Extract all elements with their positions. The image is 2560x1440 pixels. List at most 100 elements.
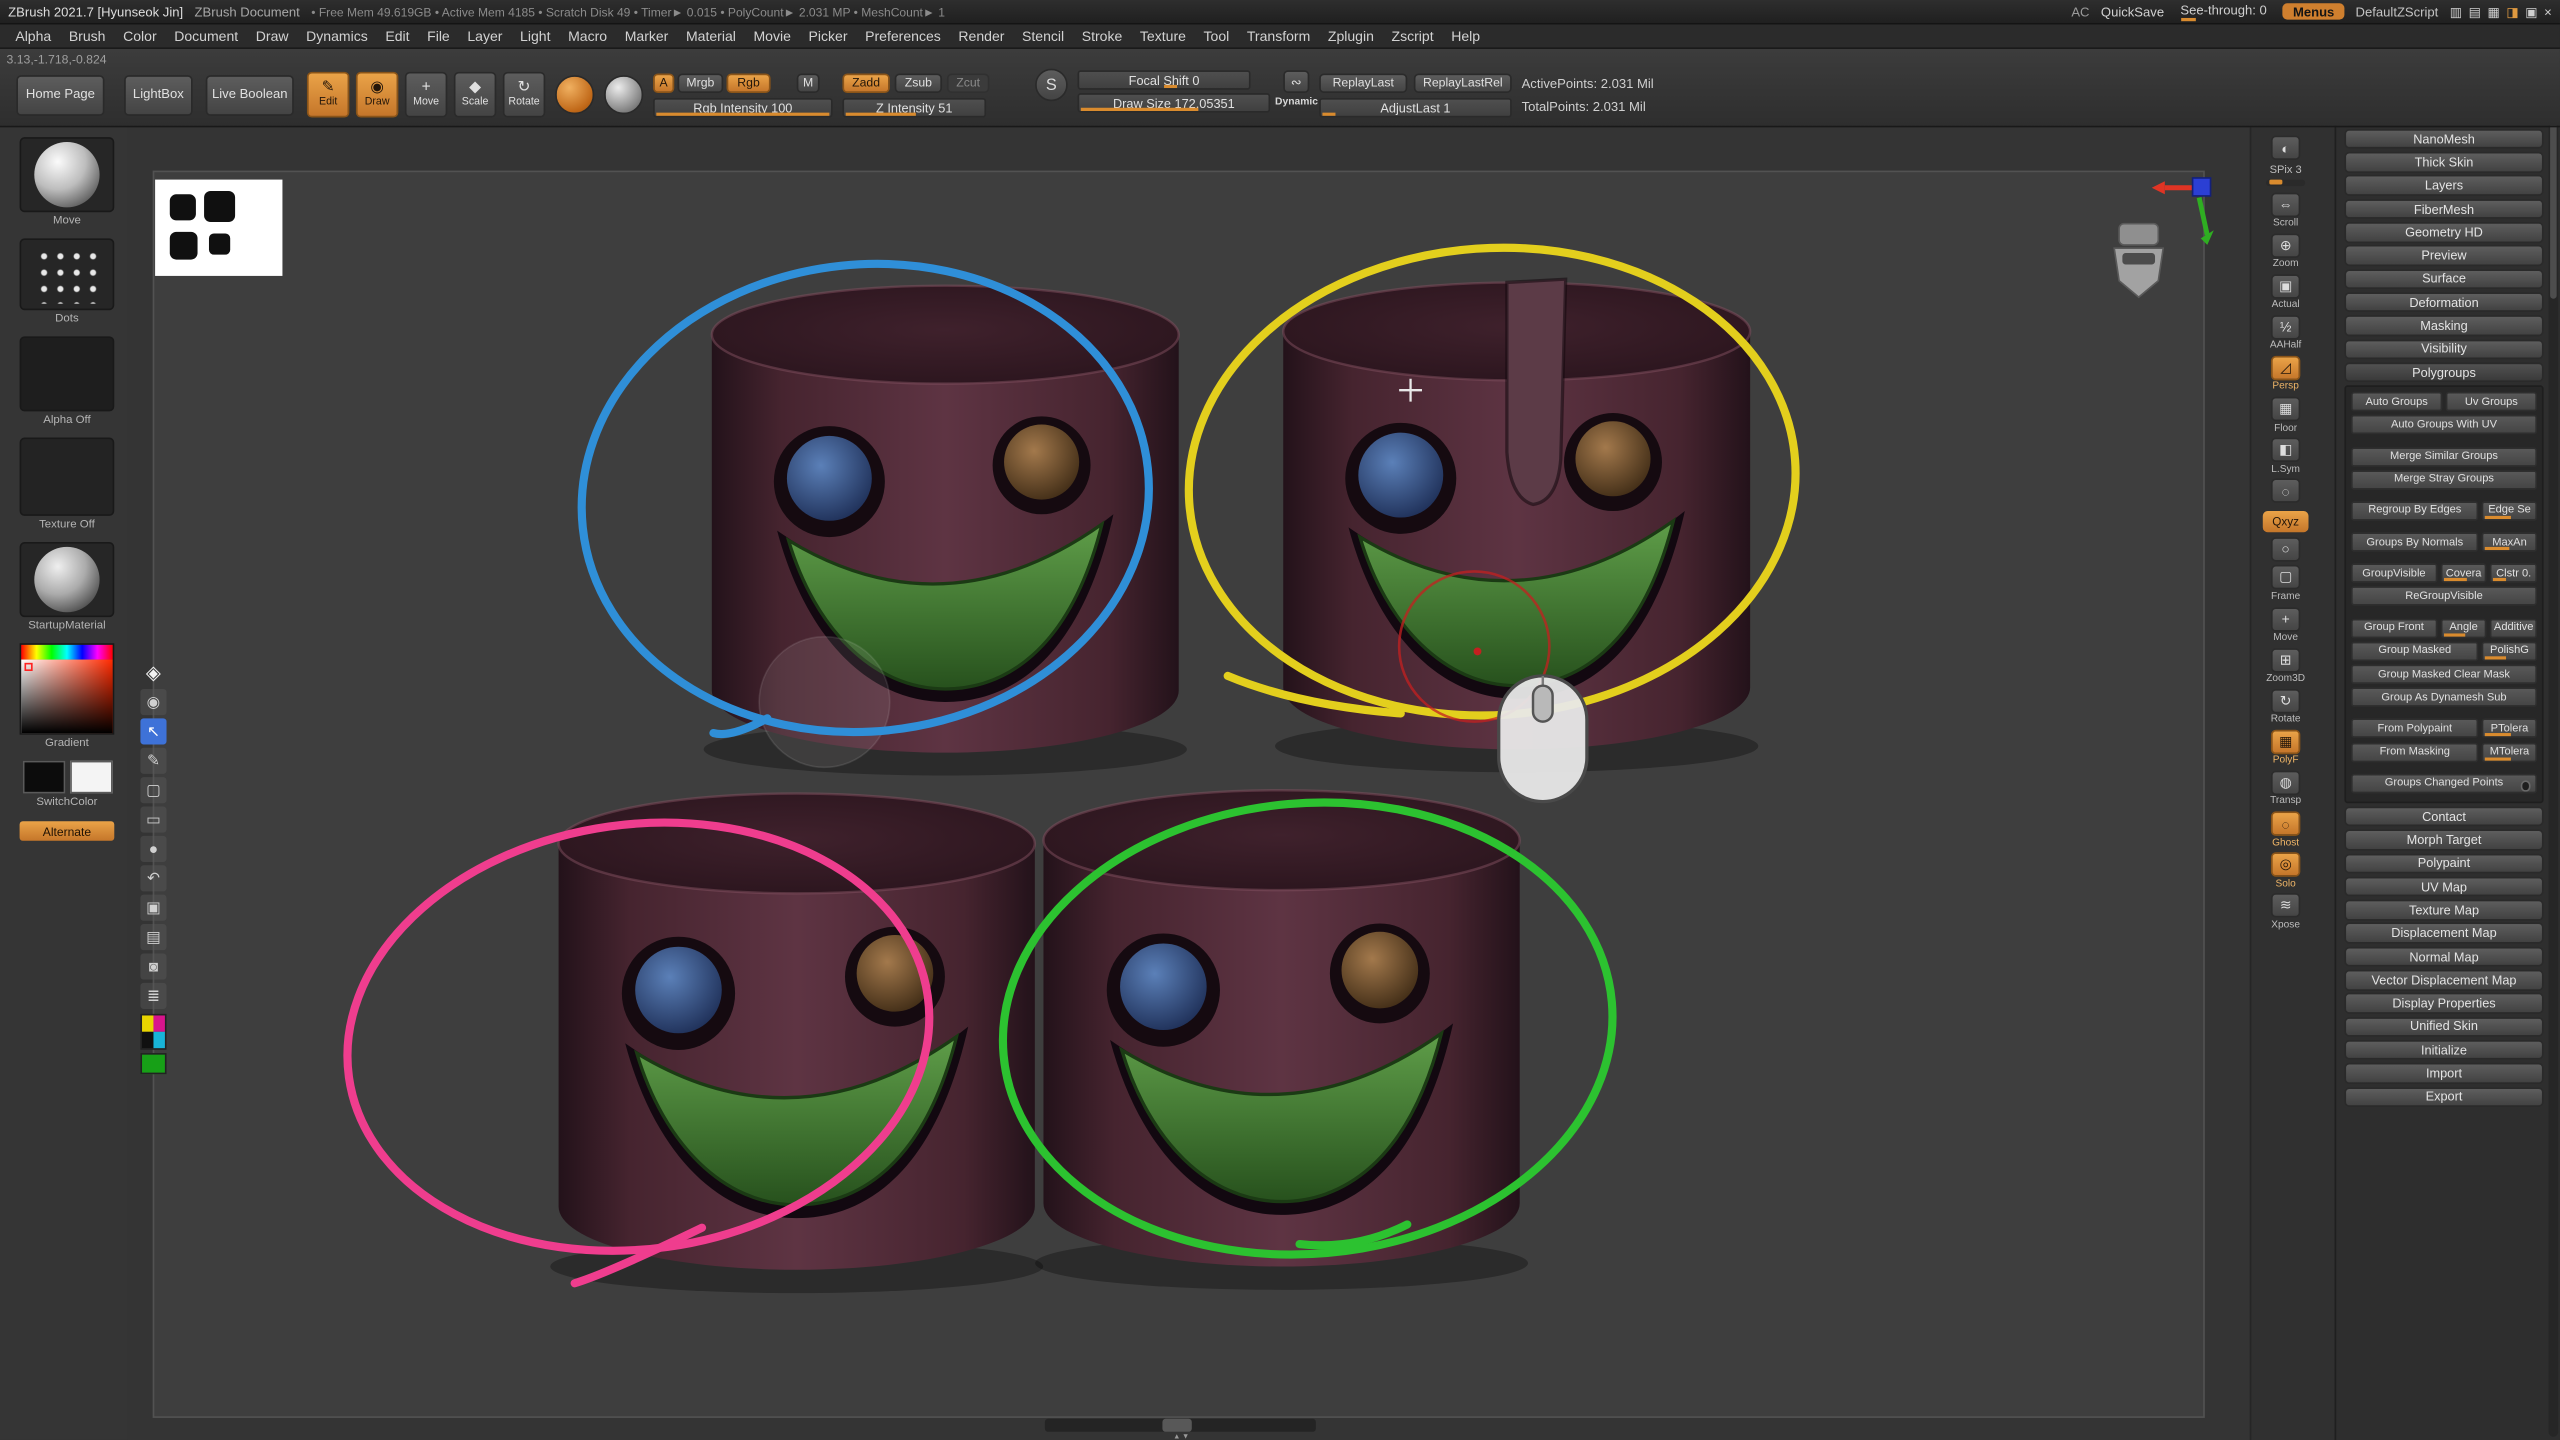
pg-merge-stray-groups[interactable]: Merge Stray Groups — [2351, 470, 2537, 490]
rightshelf-aahalf[interactable]: ½AAHalf — [2270, 315, 2301, 352]
menu-document[interactable]: Document — [165, 28, 247, 44]
focal-shift-slider[interactable]: Focal Shift 0 — [1078, 70, 1251, 90]
secondary-color-swatch[interactable] — [69, 761, 111, 794]
tool-section-unified-skin[interactable]: Unified Skin — [2344, 1017, 2543, 1037]
tool-section-masking[interactable]: Masking — [2344, 316, 2543, 336]
mixer-icon[interactable]: ◨ — [2506, 4, 2518, 19]
tool-section-geometry-hd[interactable]: Geometry HD — [2344, 222, 2543, 242]
menu-render[interactable]: Render — [950, 28, 1014, 44]
tool-section-surface[interactable]: Surface — [2344, 269, 2543, 289]
dynamic-mode-label[interactable]: Dynamic — [1275, 96, 1318, 107]
palette-icon[interactable]: ▦ — [2487, 4, 2499, 19]
frame-pen-icon[interactable]: ▢ — [140, 777, 166, 803]
pg-edge-se[interactable]: Edge Se — [2482, 501, 2537, 521]
current-material-thumb[interactable] — [20, 542, 115, 617]
tool-section-fibermesh[interactable]: FiberMesh — [2344, 199, 2543, 219]
tool-section-texture-map[interactable]: Texture Map — [2344, 900, 2543, 920]
rightshelf-scroll[interactable]: ⇔Scroll — [2271, 192, 2300, 229]
primary-color-swatch[interactable] — [22, 761, 64, 794]
tool-section-uv-map[interactable]: UV Map — [2344, 876, 2543, 896]
rotate-button[interactable]: ↻Rotate — [503, 72, 545, 118]
menu-material[interactable]: Material — [677, 28, 745, 44]
notes-icon[interactable]: ≣ — [140, 983, 166, 1009]
rightshelf-move[interactable]: +Move — [2271, 607, 2300, 644]
rightshelf-lasso-icon[interactable]: ◌ — [2271, 479, 2300, 503]
current-alpha-thumb[interactable] — [20, 336, 115, 411]
pg-auto-groups-with-uv[interactable]: Auto Groups With UV — [2351, 415, 2537, 435]
pg-group-masked[interactable]: Group Masked — [2351, 641, 2479, 661]
cyan-swatch[interactable] — [153, 1032, 164, 1048]
zscript-button[interactable]: DefaultZScript — [2356, 4, 2439, 19]
tool-section-deformation[interactable]: Deformation — [2344, 292, 2543, 312]
rightshelf-frame[interactable]: ▢Frame — [2271, 566, 2300, 603]
rect-icon[interactable]: ▭ — [140, 807, 166, 833]
current-brush-thumb[interactable] — [20, 137, 115, 212]
pointer-icon[interactable]: ↖ — [140, 718, 166, 744]
rightshelf-floor[interactable]: ▦Floor — [2271, 397, 2300, 434]
tool-section-import[interactable]: Import — [2344, 1063, 2543, 1083]
menu-marker[interactable]: Marker — [616, 28, 677, 44]
color-picker[interactable] — [20, 643, 115, 734]
lazy-mouse-icon[interactable]: ∾ — [1283, 70, 1309, 93]
see-through-slider[interactable]: See-through: 0 — [2176, 3, 2272, 19]
black-swatch[interactable] — [142, 1032, 153, 1048]
replay-last-rel-button[interactable]: ReplayLastRel — [1414, 73, 1512, 93]
menu-brush[interactable]: Brush — [60, 28, 114, 44]
tool-section-morph-target[interactable]: Morph Target — [2344, 830, 2543, 850]
pg-clstr-0-[interactable]: Clstr 0. — [2490, 564, 2537, 584]
pg-maxan[interactable]: MaxAn — [2482, 532, 2537, 552]
rightshelf-solo[interactable]: ◎Solo — [2271, 852, 2300, 889]
zadd-toggle[interactable]: Zadd — [842, 73, 889, 93]
scale-button[interactable]: ◆Scale — [454, 72, 496, 118]
draw-button[interactable]: ◉Draw — [356, 72, 398, 118]
rightshelf-ghost[interactable]: ◌Ghost — [2271, 811, 2300, 848]
rightshelf-actual[interactable]: ▣Actual — [2271, 274, 2300, 311]
material-preview-thumb[interactable] — [604, 75, 643, 114]
magenta-swatch[interactable] — [153, 1015, 164, 1031]
tool-section-layers[interactable]: Layers — [2344, 175, 2543, 195]
rightshelf-qxyz[interactable]: Qxyz — [2263, 511, 2309, 532]
tool-panel-scrollbar[interactable] — [2548, 51, 2558, 1437]
rightshelf-rotate[interactable]: ↻Rotate — [2271, 688, 2301, 725]
menu-texture[interactable]: Texture — [1131, 28, 1195, 44]
tool-section-initialize[interactable]: Initialize — [2344, 1040, 2543, 1060]
tool-section-polygroups[interactable]: Polygroups — [2344, 362, 2543, 382]
menu-preferences[interactable]: Preferences — [856, 28, 949, 44]
mrgb-toggle[interactable]: Mrgb — [678, 73, 724, 93]
pg-auto-groups[interactable]: Auto Groups — [2351, 392, 2442, 412]
canvas-scrollbar-thumb[interactable] — [1162, 1419, 1191, 1432]
menu-stroke[interactable]: Stroke — [1073, 28, 1131, 44]
replay-last-button[interactable]: ReplayLast — [1319, 73, 1407, 93]
pen-icon[interactable]: ✎ — [140, 748, 166, 774]
sculpt-canvas[interactable] — [127, 127, 2249, 1440]
hue-bar[interactable] — [21, 645, 112, 660]
menu-stencil[interactable]: Stencil — [1013, 28, 1073, 44]
zcut-toggle[interactable]: Zcut — [947, 73, 989, 93]
menu-picker[interactable]: Picker — [800, 28, 857, 44]
pg-covera[interactable]: Covera — [2440, 564, 2487, 584]
current-stroke-thumb[interactable] — [20, 238, 115, 310]
brush-preview-thumb[interactable] — [555, 75, 594, 114]
pg-uv-groups[interactable]: Uv Groups — [2446, 392, 2537, 412]
pg-groups-changed-points[interactable]: Groups Changed Points — [2351, 773, 2537, 793]
menu-edit[interactable]: Edit — [377, 28, 419, 44]
menu-transform[interactable]: Transform — [1238, 28, 1319, 44]
rightshelf-polyframe[interactable]: ▦PolyF — [2271, 729, 2300, 766]
green-swatch[interactable] — [140, 1053, 166, 1074]
menus-button[interactable]: Menus — [2283, 3, 2344, 19]
rightshelf-render-icon[interactable]: ◐ — [2271, 136, 2300, 160]
pg-polishg[interactable]: PolishG — [2482, 641, 2537, 661]
trash-icon[interactable]: ▣ — [140, 895, 166, 921]
menu-dynamics[interactable]: Dynamics — [297, 28, 376, 44]
menu-tool[interactable]: Tool — [1195, 28, 1238, 44]
rightshelf-persp[interactable]: ◿Persp — [2271, 356, 2300, 393]
lightbox-button[interactable]: LightBox — [124, 75, 193, 116]
pg-additive[interactable]: Additive — [2490, 618, 2537, 638]
pg-from-masking[interactable]: From Masking — [2351, 742, 2479, 762]
tool-section-normal-map[interactable]: Normal Map — [2344, 946, 2543, 966]
alternate-button[interactable]: Alternate — [20, 821, 115, 841]
pg-merge-similar-groups[interactable]: Merge Similar Groups — [2351, 447, 2537, 467]
pg-ptolera[interactable]: PTolera — [2482, 719, 2537, 739]
stroke-curve-icon[interactable]: S — [1035, 69, 1068, 102]
rightshelf-xpose[interactable]: ≋Xpose — [2271, 893, 2300, 930]
